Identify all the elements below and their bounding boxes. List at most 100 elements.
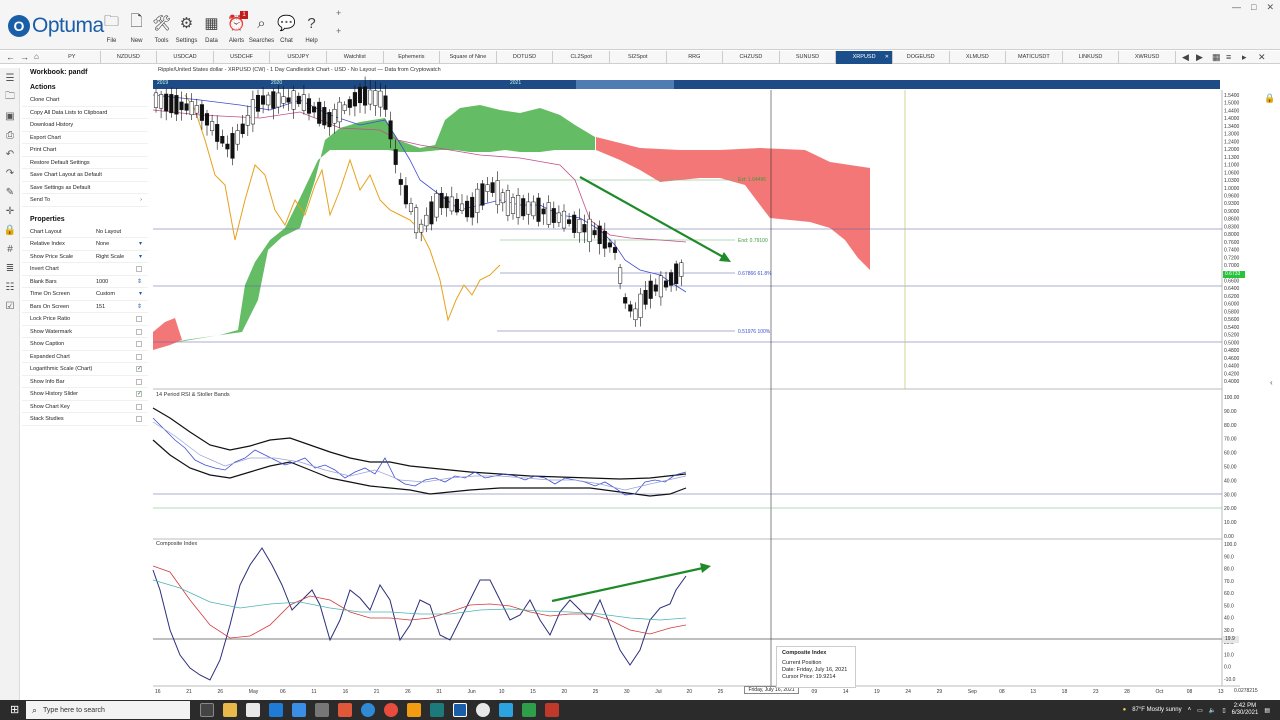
- tab-usdchf[interactable]: USDCHF: [214, 51, 271, 64]
- property-row[interactable]: Relative Index None ▾: [22, 238, 148, 251]
- property-row[interactable]: Time On Screen Custom ▾: [22, 288, 148, 301]
- network-icon[interactable]: ▭: [1197, 707, 1203, 714]
- checkbox[interactable]: ✓: [136, 366, 142, 372]
- alerts-button[interactable]: ⏰ 1 Alerts: [224, 11, 249, 44]
- weather-text[interactable]: 87°F Mostly sunny: [1132, 707, 1181, 713]
- app-icon[interactable]: [407, 703, 421, 717]
- crosshair-icon[interactable]: ✛: [0, 202, 20, 220]
- task-view-icon[interactable]: [200, 703, 214, 717]
- chrome-browser-icon[interactable]: [384, 703, 398, 717]
- tab-linkusd[interactable]: LINKUSD: [1063, 51, 1120, 64]
- chevron-down-icon[interactable]: ▾: [139, 288, 142, 301]
- checkbox[interactable]: [136, 341, 142, 347]
- help-button[interactable]: ? Help: [299, 14, 324, 45]
- volume-icon[interactable]: 🔈: [1209, 707, 1216, 714]
- tab-dotusd[interactable]: DOTUSD: [497, 51, 554, 64]
- save-icon[interactable]: ▣: [0, 107, 20, 125]
- tab-square-of-nine[interactable]: Square of Nine: [440, 51, 497, 64]
- data-button[interactable]: ▦ Data: [199, 14, 224, 44]
- spinner-icon[interactable]: ⇕: [137, 301, 142, 314]
- maximize-icon[interactable]: □: [1251, 2, 1256, 13]
- mail-icon[interactable]: [269, 703, 283, 717]
- tab-si2spot[interactable]: SI2Spot: [610, 51, 667, 64]
- tab-xwrusd[interactable]: XWRUSD: [1119, 51, 1176, 64]
- new-button[interactable]: 🗋 New: [124, 13, 149, 45]
- minimize-icon[interactable]: —: [1232, 2, 1241, 13]
- tab-next-icon[interactable]: ▸: [1242, 52, 1247, 63]
- action-item[interactable]: Clone Chart: [22, 94, 148, 107]
- print-icon[interactable]: ⎙: [0, 126, 20, 144]
- layers-icon[interactable]: ≣: [0, 259, 20, 277]
- optuma-taskbar-icon[interactable]: [453, 703, 467, 717]
- taskbar-search-box[interactable]: ⌕ Type here to search: [26, 701, 190, 719]
- history-slider[interactable]: 2019 2020 2021: [153, 80, 1220, 89]
- checkbox[interactable]: [136, 328, 142, 335]
- tools-button[interactable]: 🛠 Tools: [149, 14, 174, 44]
- app-icon[interactable]: [522, 703, 536, 717]
- tab-scroll-right-icon[interactable]: ▶: [1196, 52, 1203, 63]
- collapse-panel-icon[interactable]: ‹: [1270, 378, 1273, 387]
- checkbox[interactable]: ✓: [136, 391, 142, 397]
- lock-icon[interactable]: 🔒: [0, 221, 20, 239]
- chevron-down-icon[interactable]: ▾: [139, 238, 142, 251]
- notifications-icon[interactable]: ▤: [1264, 707, 1270, 714]
- property-row[interactable]: Show Watermark: [22, 326, 148, 338]
- workbook-icon[interactable]: ☰: [0, 69, 20, 87]
- action-item[interactable]: Export Chart: [22, 132, 148, 144]
- file-button[interactable]: 🗀 File: [99, 13, 124, 45]
- back-arrow-icon[interactable]: ←: [6, 52, 15, 62]
- searches-button[interactable]: ⌕ Searches: [249, 14, 274, 45]
- checklist-icon[interactable]: ☑: [0, 297, 20, 315]
- action-item[interactable]: Send To ›: [22, 194, 148, 207]
- list-icon[interactable]: ☷: [0, 278, 20, 296]
- checkbox[interactable]: [136, 416, 142, 422]
- property-row[interactable]: Logarithmic Scale (Chart) ✓: [22, 363, 148, 376]
- property-row[interactable]: Invert Chart: [22, 263, 148, 276]
- tab-maticusdt[interactable]: MATICUSDT: [1006, 51, 1063, 64]
- plus-icon[interactable]: +: [336, 8, 341, 18]
- chat-button[interactable]: 💬 Chat: [274, 14, 299, 44]
- property-row[interactable]: Show Caption: [22, 338, 148, 351]
- tab-rrg[interactable]: RRG: [667, 51, 724, 64]
- property-row[interactable]: Expanded Chart: [22, 351, 148, 363]
- tab-close-icon[interactable]: ✕: [885, 51, 889, 64]
- history-slider-window[interactable]: [576, 80, 674, 89]
- tab-close-icon[interactable]: ✕: [1258, 52, 1266, 63]
- checkbox[interactable]: [136, 353, 142, 360]
- action-item[interactable]: Download History: [22, 119, 148, 132]
- action-item[interactable]: Copy All Data Lists to Clipboard: [22, 107, 148, 119]
- property-row[interactable]: Blank Bars 1000 ⇕: [22, 276, 148, 288]
- action-item[interactable]: Print Chart: [22, 144, 148, 157]
- store-icon[interactable]: [246, 703, 260, 717]
- windows-start-icon[interactable]: ⊞: [10, 704, 22, 716]
- home-icon[interactable]: ⌂: [34, 52, 39, 61]
- grid-icon[interactable]: #: [0, 240, 20, 258]
- plus-icon[interactable]: +: [336, 26, 341, 36]
- checkbox[interactable]: [136, 266, 142, 272]
- tab-sunusd[interactable]: SUNUSD: [780, 51, 837, 64]
- tab-chzusd[interactable]: CHZUSD: [723, 51, 780, 64]
- action-item[interactable]: Save Settings as Default: [22, 182, 148, 194]
- battery-icon[interactable]: ▯: [1222, 707, 1225, 714]
- tab-usdcad[interactable]: USDCAD: [157, 51, 214, 64]
- close-icon[interactable]: ✕: [1266, 2, 1274, 13]
- tab-usdjpy[interactable]: USDJPY: [270, 51, 327, 64]
- tab-xrpusd[interactable]: XRPUSD ✕: [836, 51, 893, 64]
- file-explorer-icon[interactable]: [223, 703, 237, 717]
- property-row[interactable]: Show Info Bar: [22, 376, 148, 388]
- tab-py[interactable]: PY: [44, 51, 101, 64]
- app-icon[interactable]: [545, 703, 559, 717]
- property-row[interactable]: Show Chart Key: [22, 401, 148, 413]
- photos-icon[interactable]: [292, 703, 306, 717]
- draw-tool-icon[interactable]: ✎: [0, 183, 20, 201]
- telegram-icon[interactable]: [499, 703, 513, 717]
- settings-button[interactable]: ⚙ Settings: [174, 14, 199, 44]
- checkbox[interactable]: [136, 316, 142, 322]
- property-row[interactable]: Lock Price Ratio: [22, 313, 148, 326]
- forward-arrow-icon[interactable]: →: [20, 52, 29, 62]
- tab-nzdusd[interactable]: NZDUSD: [101, 51, 158, 64]
- brave-browser-icon[interactable]: [338, 703, 352, 717]
- app-icon[interactable]: [315, 703, 329, 717]
- app-icon[interactable]: [476, 703, 490, 717]
- property-row[interactable]: Chart Layout No Layout: [22, 226, 148, 238]
